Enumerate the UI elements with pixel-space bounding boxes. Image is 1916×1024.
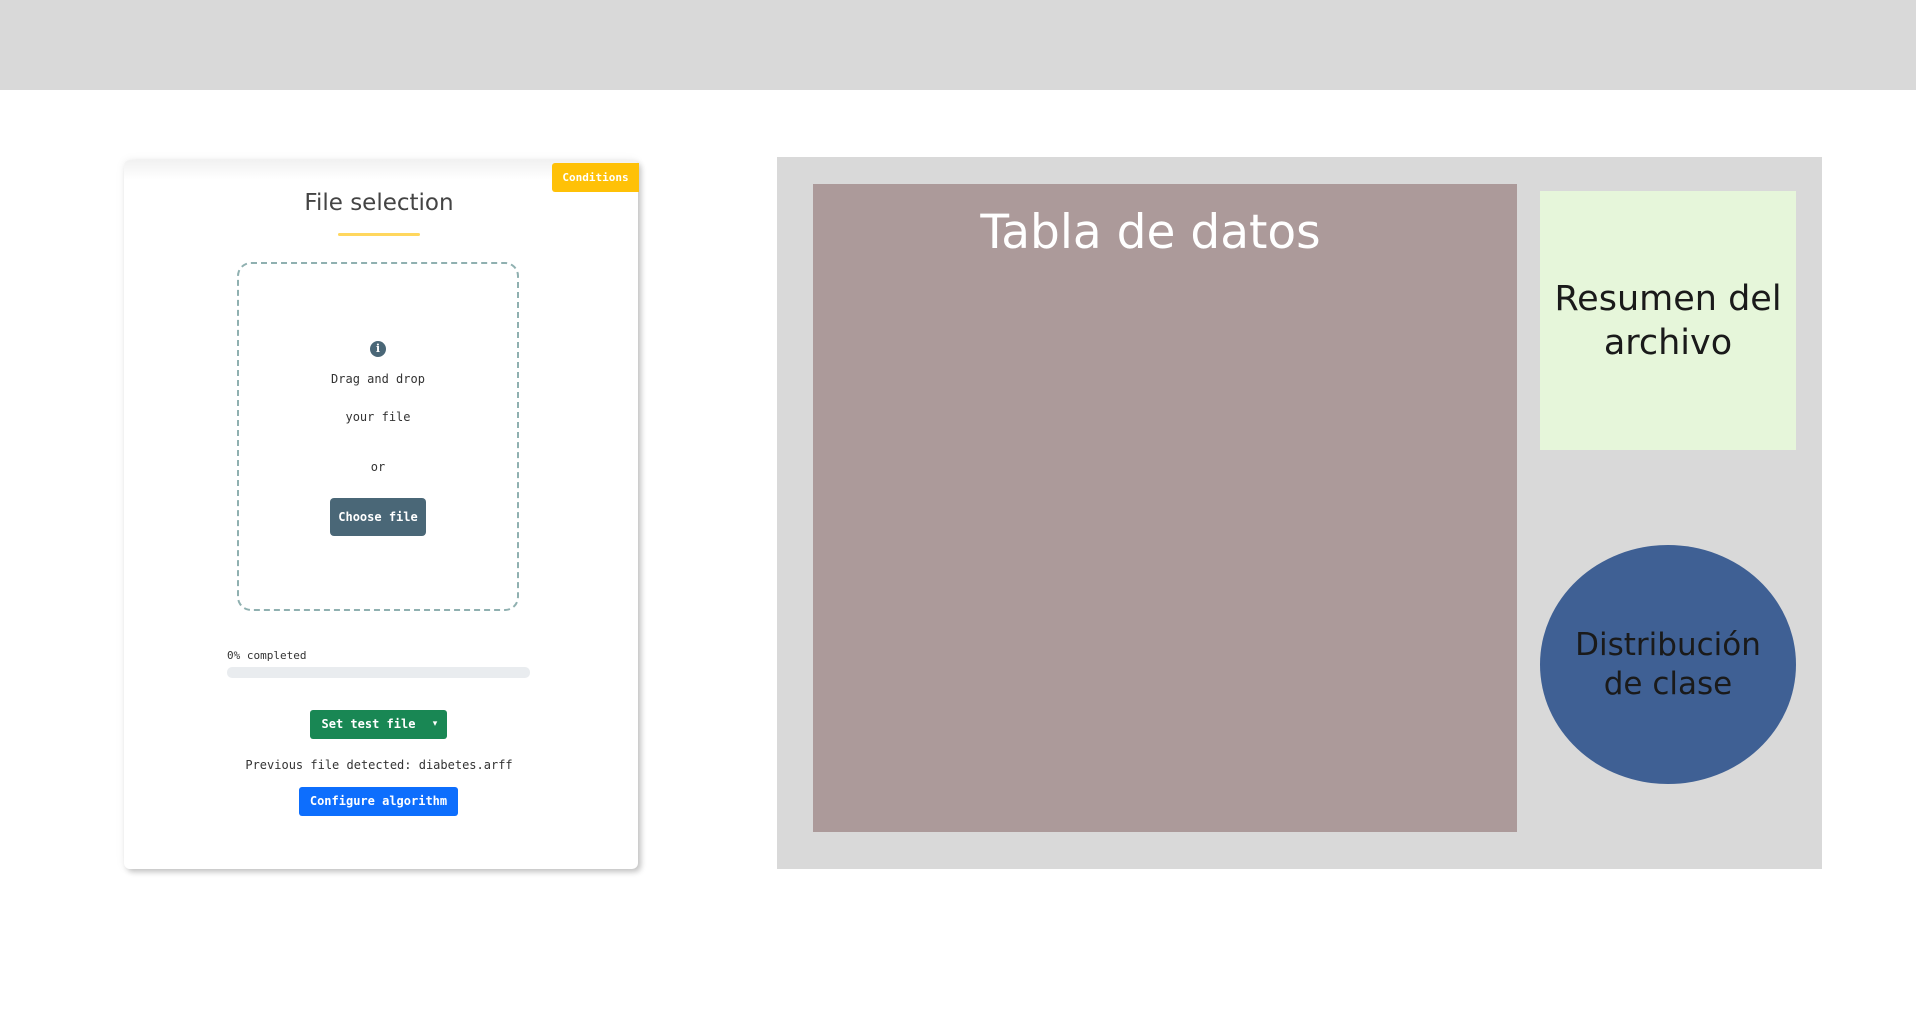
file-summary-label: Resumen del archivo [1554, 278, 1782, 363]
progress-label: 0% completed [227, 649, 307, 662]
previous-file-text: Previous file detected: diabetes.arff [245, 758, 513, 772]
dropzone-or-text: or [370, 460, 386, 474]
card-title: File selection [304, 190, 454, 216]
dropzone-text-line2: your file [345, 410, 411, 424]
set-test-file-button[interactable]: Set test file ▾ [310, 710, 447, 739]
dropzone-text-line1: Drag and drop [331, 372, 425, 386]
set-test-file-label[interactable]: Set test file [310, 710, 423, 739]
conditions-tab[interactable]: Conditions [552, 163, 639, 192]
configure-algorithm-button[interactable]: Configure algorithm [299, 787, 458, 816]
file-dropzone[interactable] [237, 262, 519, 611]
class-distribution-label: Distribución de clase [1575, 626, 1761, 702]
data-table-label: Tabla de datos [980, 205, 1321, 260]
choose-file-button[interactable]: Choose file [330, 498, 426, 536]
info-icon: i [370, 341, 386, 357]
title-underline [338, 233, 420, 236]
caret-down-icon[interactable]: ▾ [423, 710, 447, 739]
upload-progress-bar [227, 667, 530, 678]
data-table-placeholder [813, 184, 1517, 832]
class-distribution-placeholder: Distribución de clase [1540, 545, 1796, 784]
file-summary-placeholder: Resumen del archivo [1540, 191, 1796, 450]
top-bar [0, 0, 1916, 90]
